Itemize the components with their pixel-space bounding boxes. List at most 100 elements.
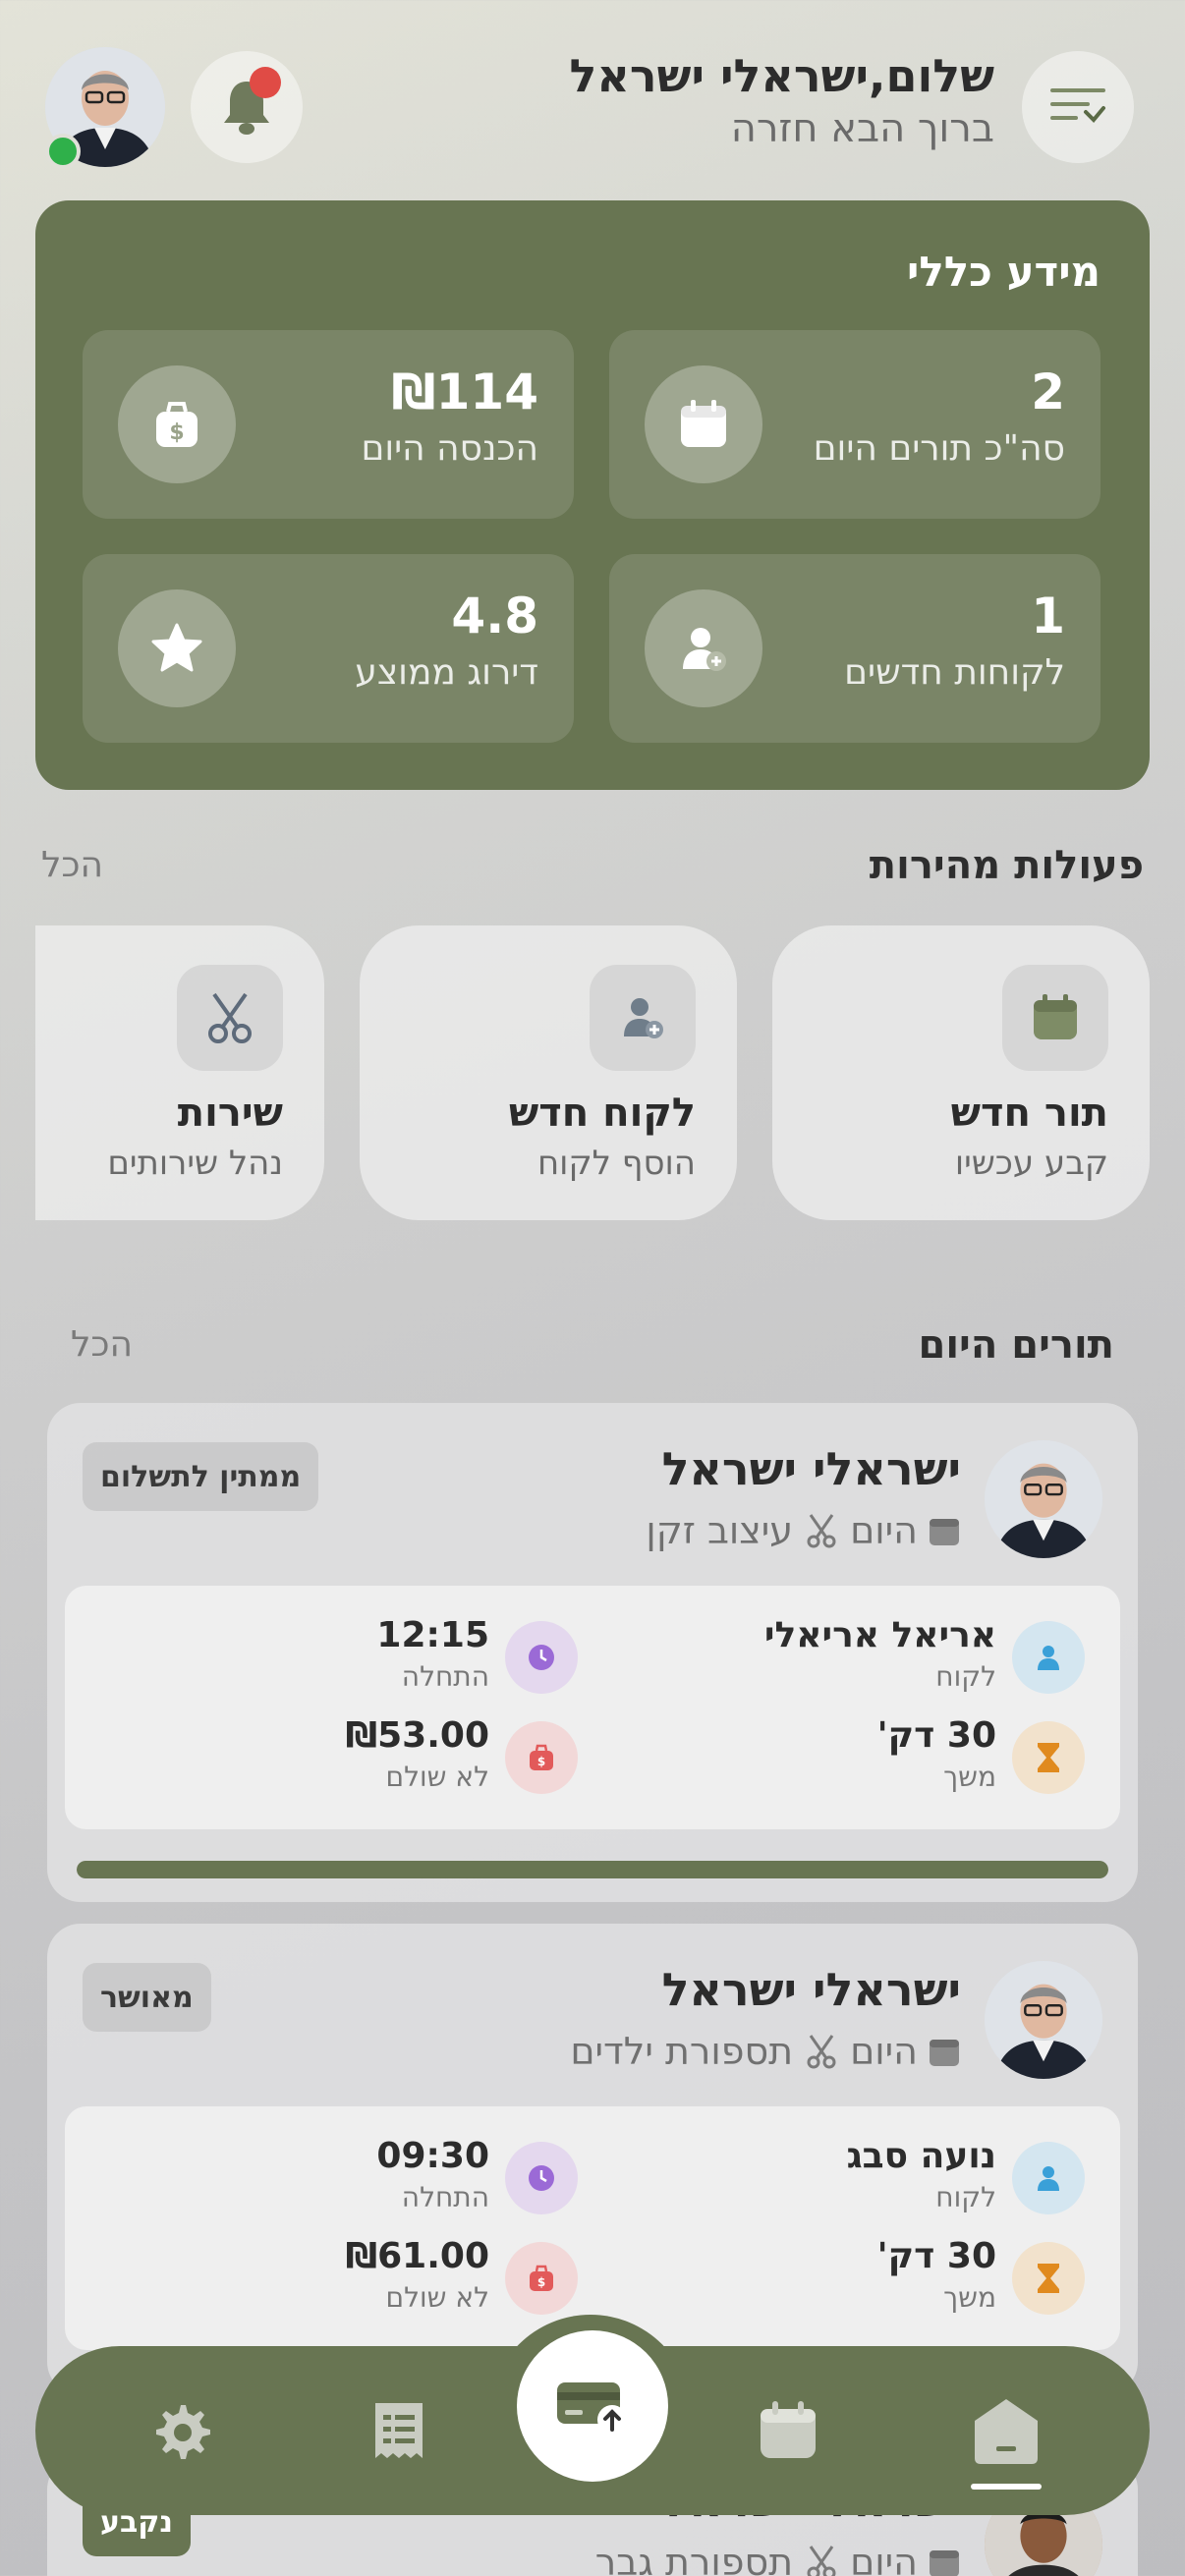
quick-action-title: שירות <box>177 1091 283 1136</box>
quick-actions-all-link[interactable]: הכל <box>41 845 103 885</box>
quick-action-subtitle: נהל שירותים <box>107 1144 283 1183</box>
nav-calendar[interactable] <box>747 2389 829 2472</box>
appointment-day: היום <box>850 2030 918 2073</box>
price-value: ₪53.00 <box>345 1715 489 1756</box>
calendar-icon <box>930 1519 959 1545</box>
scissors-icon <box>177 965 283 1071</box>
hourglass-icon <box>1012 2242 1085 2315</box>
client-icon <box>1012 1621 1085 1694</box>
money-bag-icon: $ <box>505 2242 578 2315</box>
stat-label: דירוג ממוצע <box>355 652 538 693</box>
notifications-button[interactable] <box>191 51 303 163</box>
stat-average-rating: 4.8 דירוג ממוצע <box>83 554 574 743</box>
person-photo-icon <box>985 1440 1102 1558</box>
appointment-day: היום <box>850 2541 918 2576</box>
svg-text:$: $ <box>537 2275 545 2289</box>
svg-text:$: $ <box>537 1755 545 1768</box>
greeting-title: שלום,ישראלי ישראל <box>569 49 994 102</box>
quick-action-title: תור חדש <box>950 1091 1108 1136</box>
appointment-meta: היום תספורת גבר <box>595 2541 961 2576</box>
nav-receipts[interactable] <box>358 2389 440 2472</box>
start-label: התחלה <box>401 2181 489 2213</box>
payment-card-icon <box>557 2382 627 2435</box>
stat-label: הכנסה היום <box>361 428 538 469</box>
appointment-service: תספורת גבר <box>594 2541 794 2576</box>
duration-value: 30 דק' <box>876 1715 996 1756</box>
today-appointments-title: תורים היום <box>918 1322 1114 1368</box>
duration-value: 30 דק' <box>876 2236 996 2276</box>
client-icon <box>1012 2142 1085 2214</box>
filter-menu-icon <box>1050 88 1105 123</box>
menu-button[interactable] <box>1022 51 1134 163</box>
stat-value: ₪114 <box>391 364 538 420</box>
quick-action-services[interactable]: שירות נהל שירותים <box>35 925 324 1220</box>
quick-action-subtitle: קבע עכשיו <box>954 1144 1108 1183</box>
nav-settings[interactable] <box>140 2389 222 2472</box>
appointment-details: נועה סבג לקוח 30 דק' משך 09:30 התחלה $ ₪… <box>65 2106 1120 2350</box>
scissors-icon <box>807 2546 836 2576</box>
avatar <box>985 1961 1102 2079</box>
calendar-icon <box>761 2401 816 2458</box>
client-label: לקוח <box>935 2181 996 2213</box>
quick-action-new-client[interactable]: לקוח חדש הוסף לקוח <box>360 925 737 1220</box>
start-time: 12:15 <box>376 1615 489 1655</box>
add-user-icon <box>590 965 696 1071</box>
client-label: לקוח <box>935 1660 996 1693</box>
appointment-meta: היום תספורת ילדים <box>570 2030 961 2073</box>
person-photo-icon <box>985 1961 1102 2079</box>
today-appointments-all-link[interactable]: הכל <box>71 1324 133 1365</box>
clock-icon <box>505 2142 578 2214</box>
appointment-service: עיצוב זקן <box>646 1509 794 1552</box>
appointment-progress-bar <box>77 1861 1108 1878</box>
notification-badge <box>250 67 281 98</box>
appointment-day: היום <box>850 1509 918 1552</box>
appointment-staff-name: ישראלי ישראל <box>661 1963 961 2016</box>
scissors-icon <box>807 2035 836 2069</box>
settings-icon <box>156 2405 210 2459</box>
home-icon <box>975 2399 1038 2464</box>
status-badge: ממתין לתשלום <box>83 1442 319 1511</box>
online-status-dot <box>45 134 81 169</box>
calendar-icon <box>1002 965 1108 1071</box>
calendar-icon <box>930 2550 959 2576</box>
hourglass-icon <box>1012 1721 1085 1794</box>
price-label: לא שולם <box>385 1761 490 1793</box>
stat-label: סה"כ תורים היום <box>813 428 1065 469</box>
appointment-staff-name: ישראלי ישראל <box>661 1442 961 1495</box>
money-bag-icon: $ <box>118 365 236 483</box>
stat-today-income: ₪114 הכנסה היום $ <box>83 330 574 519</box>
nav-home[interactable] <box>965 2389 1047 2472</box>
greeting-subtitle: ברוך הבא חזרה <box>730 106 994 151</box>
add-user-icon <box>645 589 762 707</box>
quick-actions-title: פעולות מהירות <box>869 843 1144 888</box>
price-label: לא שולם <box>385 2281 490 2314</box>
scissors-icon <box>807 1514 836 1548</box>
calendar-icon <box>930 2040 959 2066</box>
receipt-icon <box>375 2403 423 2458</box>
progress-fill <box>77 1861 1108 1878</box>
stat-new-clients: 1 לקוחות חדשים <box>609 554 1100 743</box>
start-label: התחלה <box>401 1660 489 1693</box>
stat-value: 4.8 <box>451 588 538 644</box>
stat-label: לקוחות חדשים <box>844 652 1065 693</box>
money-bag-icon: $ <box>505 1721 578 1794</box>
appointment-service: תספורת ילדים <box>570 2030 794 2073</box>
profile-avatar[interactable] <box>45 47 165 169</box>
duration-label: משך <box>943 1761 996 1793</box>
nav-active-indicator <box>971 2484 1042 2490</box>
client-name: אריאל אריאלי <box>763 1615 996 1655</box>
stat-value: 2 <box>1031 364 1065 420</box>
start-time: 09:30 <box>376 2136 489 2176</box>
status-badge: מאושר <box>83 1963 211 2032</box>
duration-label: משך <box>943 2281 996 2314</box>
clock-icon <box>505 1621 578 1694</box>
quick-action-new-appointment[interactable]: תור חדש קבע עכשיו <box>772 925 1150 1220</box>
client-name: נועה סבג <box>846 2136 996 2176</box>
general-info-title: מידע כללי <box>906 248 1100 296</box>
quick-action-subtitle: הוסף לקוח <box>536 1144 696 1183</box>
price-value: ₪61.00 <box>345 2236 489 2276</box>
calendar-icon <box>645 365 762 483</box>
nav-payment-button[interactable] <box>517 2330 668 2482</box>
star-icon <box>118 589 236 707</box>
appointment-card[interactable]: ישראלי ישראל היום עיצוב זקן ממתין לתשלום… <box>47 1403 1138 1902</box>
